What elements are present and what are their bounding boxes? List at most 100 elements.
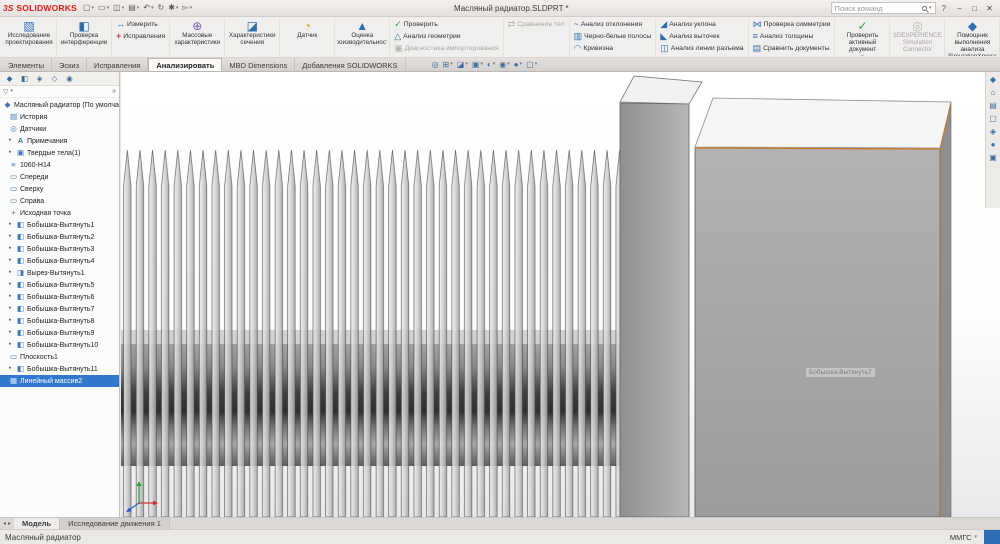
- ribbon-button[interactable]: + Исправления: [114, 31, 167, 42]
- feature-tree-item[interactable]: ▸ ◧ Бобышка-Вытянуть10: [0, 339, 119, 351]
- feature-tree-item[interactable]: ▸ ◧ Бобышка-Вытянуть11: [0, 363, 119, 375]
- ribbon-button[interactable]: ▤ Сравнить документы: [751, 43, 833, 54]
- tank-box-2-front[interactable]: [695, 148, 940, 517]
- ribbon-button[interactable]: ⋈ Проверка симметрии: [751, 19, 833, 30]
- view-tool-button[interactable]: ⊞ ▾: [443, 61, 453, 69]
- filter-icon[interactable]: ▽: [3, 88, 8, 96]
- ribbon-button[interactable]: ≡ Анализ толщины: [751, 31, 833, 42]
- view-tool-button[interactable]: ● ▾: [514, 61, 522, 69]
- tank-box-2-top[interactable]: [695, 98, 951, 148]
- expand-arrow-icon[interactable]: ▸: [9, 222, 14, 228]
- expand-arrow-icon[interactable]: ▸: [9, 282, 14, 288]
- search-input[interactable]: [835, 4, 905, 13]
- feature-tree-item[interactable]: ▸ ◧ Бобышка-Вытянуть5: [0, 279, 119, 291]
- graphics-area[interactable]: Бобышка-Вытянуть7: [121, 72, 1000, 517]
- view-tool-button[interactable]: ◪ ▾: [457, 61, 468, 69]
- expand-arrow-icon[interactable]: ▸: [9, 318, 14, 324]
- panel-tab[interactable]: ◈: [33, 75, 46, 83]
- help-button[interactable]: ?: [939, 4, 949, 13]
- expand-arrow-icon[interactable]: ▸: [9, 150, 14, 156]
- ribbon-button[interactable]: ↔ Измерить: [114, 19, 167, 30]
- ribbon-button[interactable]: ▧ Исследование проектирования: [4, 19, 54, 56]
- task-pane-button[interactable]: ▢: [989, 115, 997, 123]
- flyout-pane-arrow-icon[interactable]: »: [112, 88, 116, 95]
- model-tab[interactable]: Исследование движения 1: [60, 518, 170, 529]
- task-pane-button[interactable]: ⌂: [991, 89, 996, 97]
- quick-access-button[interactable]: ▤ ▾: [128, 4, 139, 12]
- view-tool-button[interactable]: ▣ ▾: [472, 61, 483, 69]
- command-tab[interactable]: Элементы: [1, 58, 52, 71]
- command-search[interactable]: ▾: [831, 2, 936, 14]
- model-tab[interactable]: Модель: [14, 518, 60, 529]
- ribbon-button[interactable]: ◫ Анализ линии разъема: [658, 43, 745, 54]
- scroll-left-icon[interactable]: ◂: [3, 520, 6, 527]
- view-tool-button[interactable]: ◐ ▾: [487, 61, 495, 69]
- expand-arrow-icon[interactable]: ▸: [9, 342, 14, 348]
- command-tab[interactable]: Анализировать: [148, 58, 222, 71]
- minimize-button[interactable]: –: [952, 4, 967, 13]
- caret-down-icon[interactable]: ▾: [929, 6, 932, 11]
- quick-access-button[interactable]: ✱ ▾: [168, 4, 178, 12]
- expand-arrow-icon[interactable]: ▸: [9, 330, 14, 336]
- task-pane-button[interactable]: ◈: [990, 128, 996, 136]
- ribbon-button[interactable]: ◠ Кривизна: [572, 43, 654, 54]
- ribbon-button[interactable]: ◢ Анализ уклона: [658, 19, 745, 30]
- panel-tab[interactable]: ◆: [3, 75, 16, 83]
- feature-tree-item[interactable]: ▭ Спереди: [0, 171, 119, 183]
- feature-tree-item[interactable]: ▭ Сверху: [0, 183, 119, 195]
- radiator-fins[interactable]: [121, 150, 626, 517]
- ribbon-button[interactable]: ~ Анализ отклонения: [572, 19, 654, 30]
- panel-tab[interactable]: ◉: [63, 75, 76, 83]
- feature-tree-item[interactable]: ◎ Датчики: [0, 123, 119, 135]
- ribbon-button[interactable]: ◣ Анализ выточек: [658, 31, 745, 42]
- model-3d-view[interactable]: [121, 72, 1000, 517]
- ribbon-button[interactable]: ⇄ Сравнение тел: [506, 19, 567, 30]
- tank-box-1-top[interactable]: [620, 76, 702, 104]
- tank-box-2-side[interactable]: [940, 103, 951, 517]
- ribbon-button[interactable]: ✓ Проверить: [392, 19, 500, 30]
- expand-arrow-icon[interactable]: ▸: [9, 246, 14, 252]
- expand-arrow-icon[interactable]: ▸: [9, 270, 14, 276]
- expand-arrow-icon[interactable]: ▸: [9, 234, 14, 240]
- tank-box-1-front[interactable]: [620, 103, 689, 517]
- feature-tree-item[interactable]: ▸ ◧ Бобышка-Вытянуть4: [0, 255, 119, 267]
- close-button[interactable]: ✕: [982, 4, 997, 13]
- expand-arrow-icon[interactable]: ▸: [9, 138, 14, 144]
- expand-arrow-icon[interactable]: ▸: [9, 366, 14, 372]
- quick-access-button[interactable]: ↻: [158, 4, 165, 12]
- task-pane-button[interactable]: ●: [991, 141, 996, 149]
- feature-tree-item[interactable]: ▸ ◧ Бобышка-Вытянуть9: [0, 327, 119, 339]
- ribbon-button[interactable]: ◆ Помощник выполнения анализа Simulation…: [947, 19, 997, 56]
- quick-access-button[interactable]: ◫ ▾: [113, 4, 124, 12]
- view-tool-button[interactable]: ◉ ▾: [499, 61, 510, 69]
- units-selector[interactable]: ММГС: [950, 533, 972, 542]
- scroll-right-icon[interactable]: ▸: [8, 520, 11, 527]
- feature-tree-item[interactable]: ▸ ◧ Бобышка-Вытянуть2: [0, 231, 119, 243]
- command-tab[interactable]: MBD Dimensions: [222, 58, 295, 71]
- ribbon-button[interactable]: ◧ Проверка интерференции: [59, 19, 109, 56]
- feature-tree-item[interactable]: ▸ ◧ Бобышка-Вытянуть3: [0, 243, 119, 255]
- view-tool-button[interactable]: ◎: [432, 61, 439, 69]
- command-tab[interactable]: Эскиз: [52, 58, 87, 71]
- ribbon-button[interactable]: ▥ Черно-белые полосы: [572, 31, 654, 42]
- feature-tree-item[interactable]: ▸ ◧ Бобышка-Вытянуть8: [0, 315, 119, 327]
- command-tab[interactable]: Добавления SOLIDWORKS: [295, 58, 405, 71]
- expand-arrow-icon[interactable]: ▸: [9, 258, 14, 264]
- search-icon[interactable]: [922, 6, 927, 11]
- ribbon-button[interactable]: ◎ 3DEXPERIENCE Simulation Connector: [892, 19, 942, 56]
- caret-down-icon[interactable]: ▾: [974, 535, 977, 540]
- feature-tree-item[interactable]: ▤ История: [0, 111, 119, 123]
- quick-access-button[interactable]: ▢ ▾: [83, 4, 94, 12]
- view-tool-button[interactable]: ▢ ▾: [526, 61, 537, 69]
- feature-tree-item[interactable]: ▭ Справа: [0, 195, 119, 207]
- task-pane-button[interactable]: ▤: [989, 102, 997, 110]
- feature-tree-item[interactable]: ▸ ▣ Твердые тела(1): [0, 147, 119, 159]
- expand-arrow-icon[interactable]: ▸: [9, 294, 14, 300]
- expand-arrow-icon[interactable]: ▸: [9, 306, 14, 312]
- ribbon-button[interactable]: ◪ Характеристики сечения: [227, 19, 277, 56]
- quick-access-button[interactable]: ▻ ▾: [182, 4, 192, 12]
- feature-tree-item[interactable]: + Исходная точка: [0, 207, 119, 219]
- ribbon-button[interactable]: ▣ Диагностика импортирования: [392, 43, 500, 54]
- maximize-button[interactable]: □: [967, 4, 982, 13]
- caret-down-icon[interactable]: ▾: [10, 89, 13, 94]
